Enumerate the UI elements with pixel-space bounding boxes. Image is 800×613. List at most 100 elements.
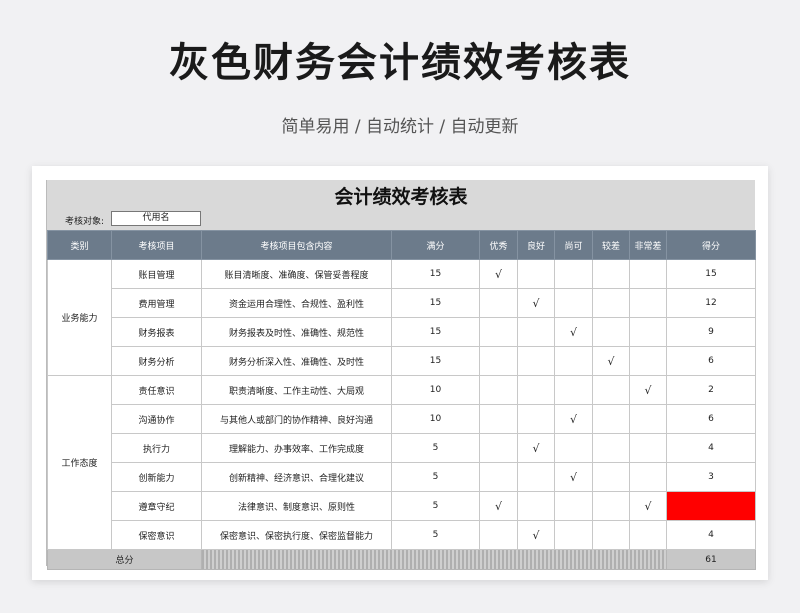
content-cell[interactable]: 理解能力、办事效率、工作完成度 <box>201 433 392 463</box>
item-cell[interactable]: 费用管理 <box>111 288 202 318</box>
rating-cell[interactable]: √ <box>517 288 555 318</box>
rating-cell[interactable] <box>479 404 518 434</box>
rating-cell[interactable] <box>479 375 518 405</box>
item-cell[interactable]: 责任意识 <box>111 375 202 405</box>
item-cell[interactable]: 财务报表 <box>111 317 202 347</box>
content-cell[interactable]: 财务报表及时性、准确性、规范性 <box>201 317 392 347</box>
rating-cell[interactable] <box>554 491 593 521</box>
rating-cell[interactable] <box>629 404 667 434</box>
table-row: 工作态度 责任意识 职责清晰度、工作主动性、大局观 10 √ 2 <box>47 375 756 550</box>
score-cell[interactable]: 15 <box>666 259 756 289</box>
score-cell[interactable]: 4 <box>666 520 756 550</box>
score-cell[interactable]: 12 <box>666 288 756 318</box>
rating-cell[interactable]: √ <box>479 491 518 521</box>
rating-cell[interactable] <box>479 346 518 376</box>
rating-cell[interactable] <box>517 462 555 492</box>
rating-cell[interactable]: √ <box>517 433 555 463</box>
rating-cell[interactable]: √ <box>629 375 667 405</box>
full-score-cell[interactable]: 5 <box>391 520 480 550</box>
rating-cell[interactable] <box>517 317 555 347</box>
rating-cell[interactable]: √ <box>517 520 555 550</box>
rating-cell[interactable]: √ <box>554 404 593 434</box>
rating-cell[interactable] <box>592 491 630 521</box>
rating-cell[interactable] <box>517 404 555 434</box>
target-field[interactable]: 代用名 <box>111 211 201 226</box>
content-cell[interactable]: 账目清晰度、准确度、保管妥善程度 <box>201 259 392 289</box>
rating-cell[interactable] <box>592 317 630 347</box>
full-score-cell[interactable]: 15 <box>391 346 480 376</box>
score-cell[interactable]: 6 <box>666 346 756 376</box>
rating-cell[interactable] <box>479 317 518 347</box>
rating-cell[interactable] <box>592 259 630 289</box>
rating-cell[interactable] <box>592 520 630 550</box>
full-score-cell[interactable]: 10 <box>391 375 480 405</box>
rating-cell[interactable] <box>517 491 555 521</box>
content-cell[interactable]: 保密意识、保密执行度、保密监督能力 <box>201 520 392 550</box>
check-mark: √ <box>532 296 540 310</box>
score-cell[interactable]: 9 <box>666 317 756 347</box>
content-cell[interactable]: 法律意识、制度意识、原则性 <box>201 491 392 521</box>
rating-cell[interactable] <box>629 317 667 347</box>
rating-cell[interactable] <box>592 433 630 463</box>
full-score-cell[interactable]: 5 <box>391 491 480 521</box>
rating-cell[interactable] <box>479 462 518 492</box>
item-cell[interactable]: 财务分析 <box>111 346 202 376</box>
rating-cell[interactable] <box>629 346 667 376</box>
rating-cell[interactable] <box>629 462 667 492</box>
rating-cell[interactable] <box>592 404 630 434</box>
check-mark: √ <box>569 470 577 484</box>
full-score-cell[interactable]: 10 <box>391 404 480 434</box>
content-cell[interactable]: 财务分析深入性、准确性、及时性 <box>201 346 392 376</box>
rating-cell[interactable] <box>592 288 630 318</box>
content-cell[interactable]: 职责清晰度、工作主动性、大局观 <box>201 375 392 405</box>
full-score-cell[interactable]: 15 <box>391 259 480 289</box>
rating-cell[interactable] <box>554 259 593 289</box>
score-cell[interactable]: 6 <box>666 404 756 434</box>
score-cell[interactable]: 4 <box>666 433 756 463</box>
item-cell[interactable]: 保密意识 <box>111 520 202 550</box>
rating-cell[interactable]: √ <box>592 346 630 376</box>
item-cell[interactable]: 执行力 <box>111 433 202 463</box>
rating-cell[interactable] <box>629 288 667 318</box>
score-cell[interactable]: 3 <box>666 462 756 492</box>
item-cell[interactable]: 遵章守纪 <box>111 491 202 521</box>
content-cell[interactable]: 创新精神、经济意识、合理化建议 <box>201 462 392 492</box>
rating-cell[interactable] <box>629 259 667 289</box>
rating-cell[interactable] <box>479 288 518 318</box>
content-cell[interactable]: 与其他人或部门的协作精神、良好沟通 <box>201 404 392 434</box>
rating-cell[interactable]: √ <box>479 259 518 289</box>
rating-cell[interactable] <box>554 288 593 318</box>
rating-cell[interactable]: √ <box>554 317 593 347</box>
check-mark: √ <box>607 354 615 368</box>
rating-cell[interactable]: √ <box>629 491 667 521</box>
spreadsheet-preview-card: 会计绩效考核表 考核对象: 代用名 类别 考核项目 考核项目包含内容 满分 优秀… <box>32 166 768 580</box>
content-cell[interactable]: 资金运用合理性、合规性、盈利性 <box>201 288 392 318</box>
rating-cell[interactable] <box>517 346 555 376</box>
rating-cell[interactable] <box>554 433 593 463</box>
table-row: 沟通协作 与其他人或部门的协作精神、良好沟通 10 √ 6 <box>48 404 756 434</box>
rating-cell[interactable]: √ <box>554 462 593 492</box>
item-cell[interactable]: 账目管理 <box>111 259 202 289</box>
rating-cell[interactable] <box>479 520 518 550</box>
rating-cell[interactable] <box>592 462 630 492</box>
rating-cell[interactable] <box>554 520 593 550</box>
score-cell[interactable]: 2 <box>666 375 756 405</box>
rating-cell[interactable] <box>517 375 555 405</box>
total-value[interactable]: 61 <box>666 549 756 570</box>
rating-cell[interactable] <box>629 433 667 463</box>
item-cell[interactable]: 创新能力 <box>111 462 202 492</box>
score-alert-cell[interactable] <box>666 491 756 521</box>
rating-cell[interactable] <box>629 520 667 550</box>
rating-cell[interactable] <box>592 375 630 405</box>
full-score-cell[interactable]: 5 <box>391 462 480 492</box>
item-cell[interactable]: 沟通协作 <box>111 404 202 434</box>
full-score-cell[interactable]: 15 <box>391 317 480 347</box>
table-body: 业务能力 账目管理 账目清晰度、准确度、保管妥善程度 15 √ 15 费用管理 资金运用合理性… <box>47 259 756 550</box>
rating-cell[interactable] <box>554 375 593 405</box>
full-score-cell[interactable]: 15 <box>391 288 480 318</box>
rating-cell[interactable] <box>479 433 518 463</box>
full-score-cell[interactable]: 5 <box>391 433 480 463</box>
rating-cell[interactable] <box>517 259 555 289</box>
target-label: 考核对象: <box>65 217 105 227</box>
rating-cell[interactable] <box>554 346 593 376</box>
